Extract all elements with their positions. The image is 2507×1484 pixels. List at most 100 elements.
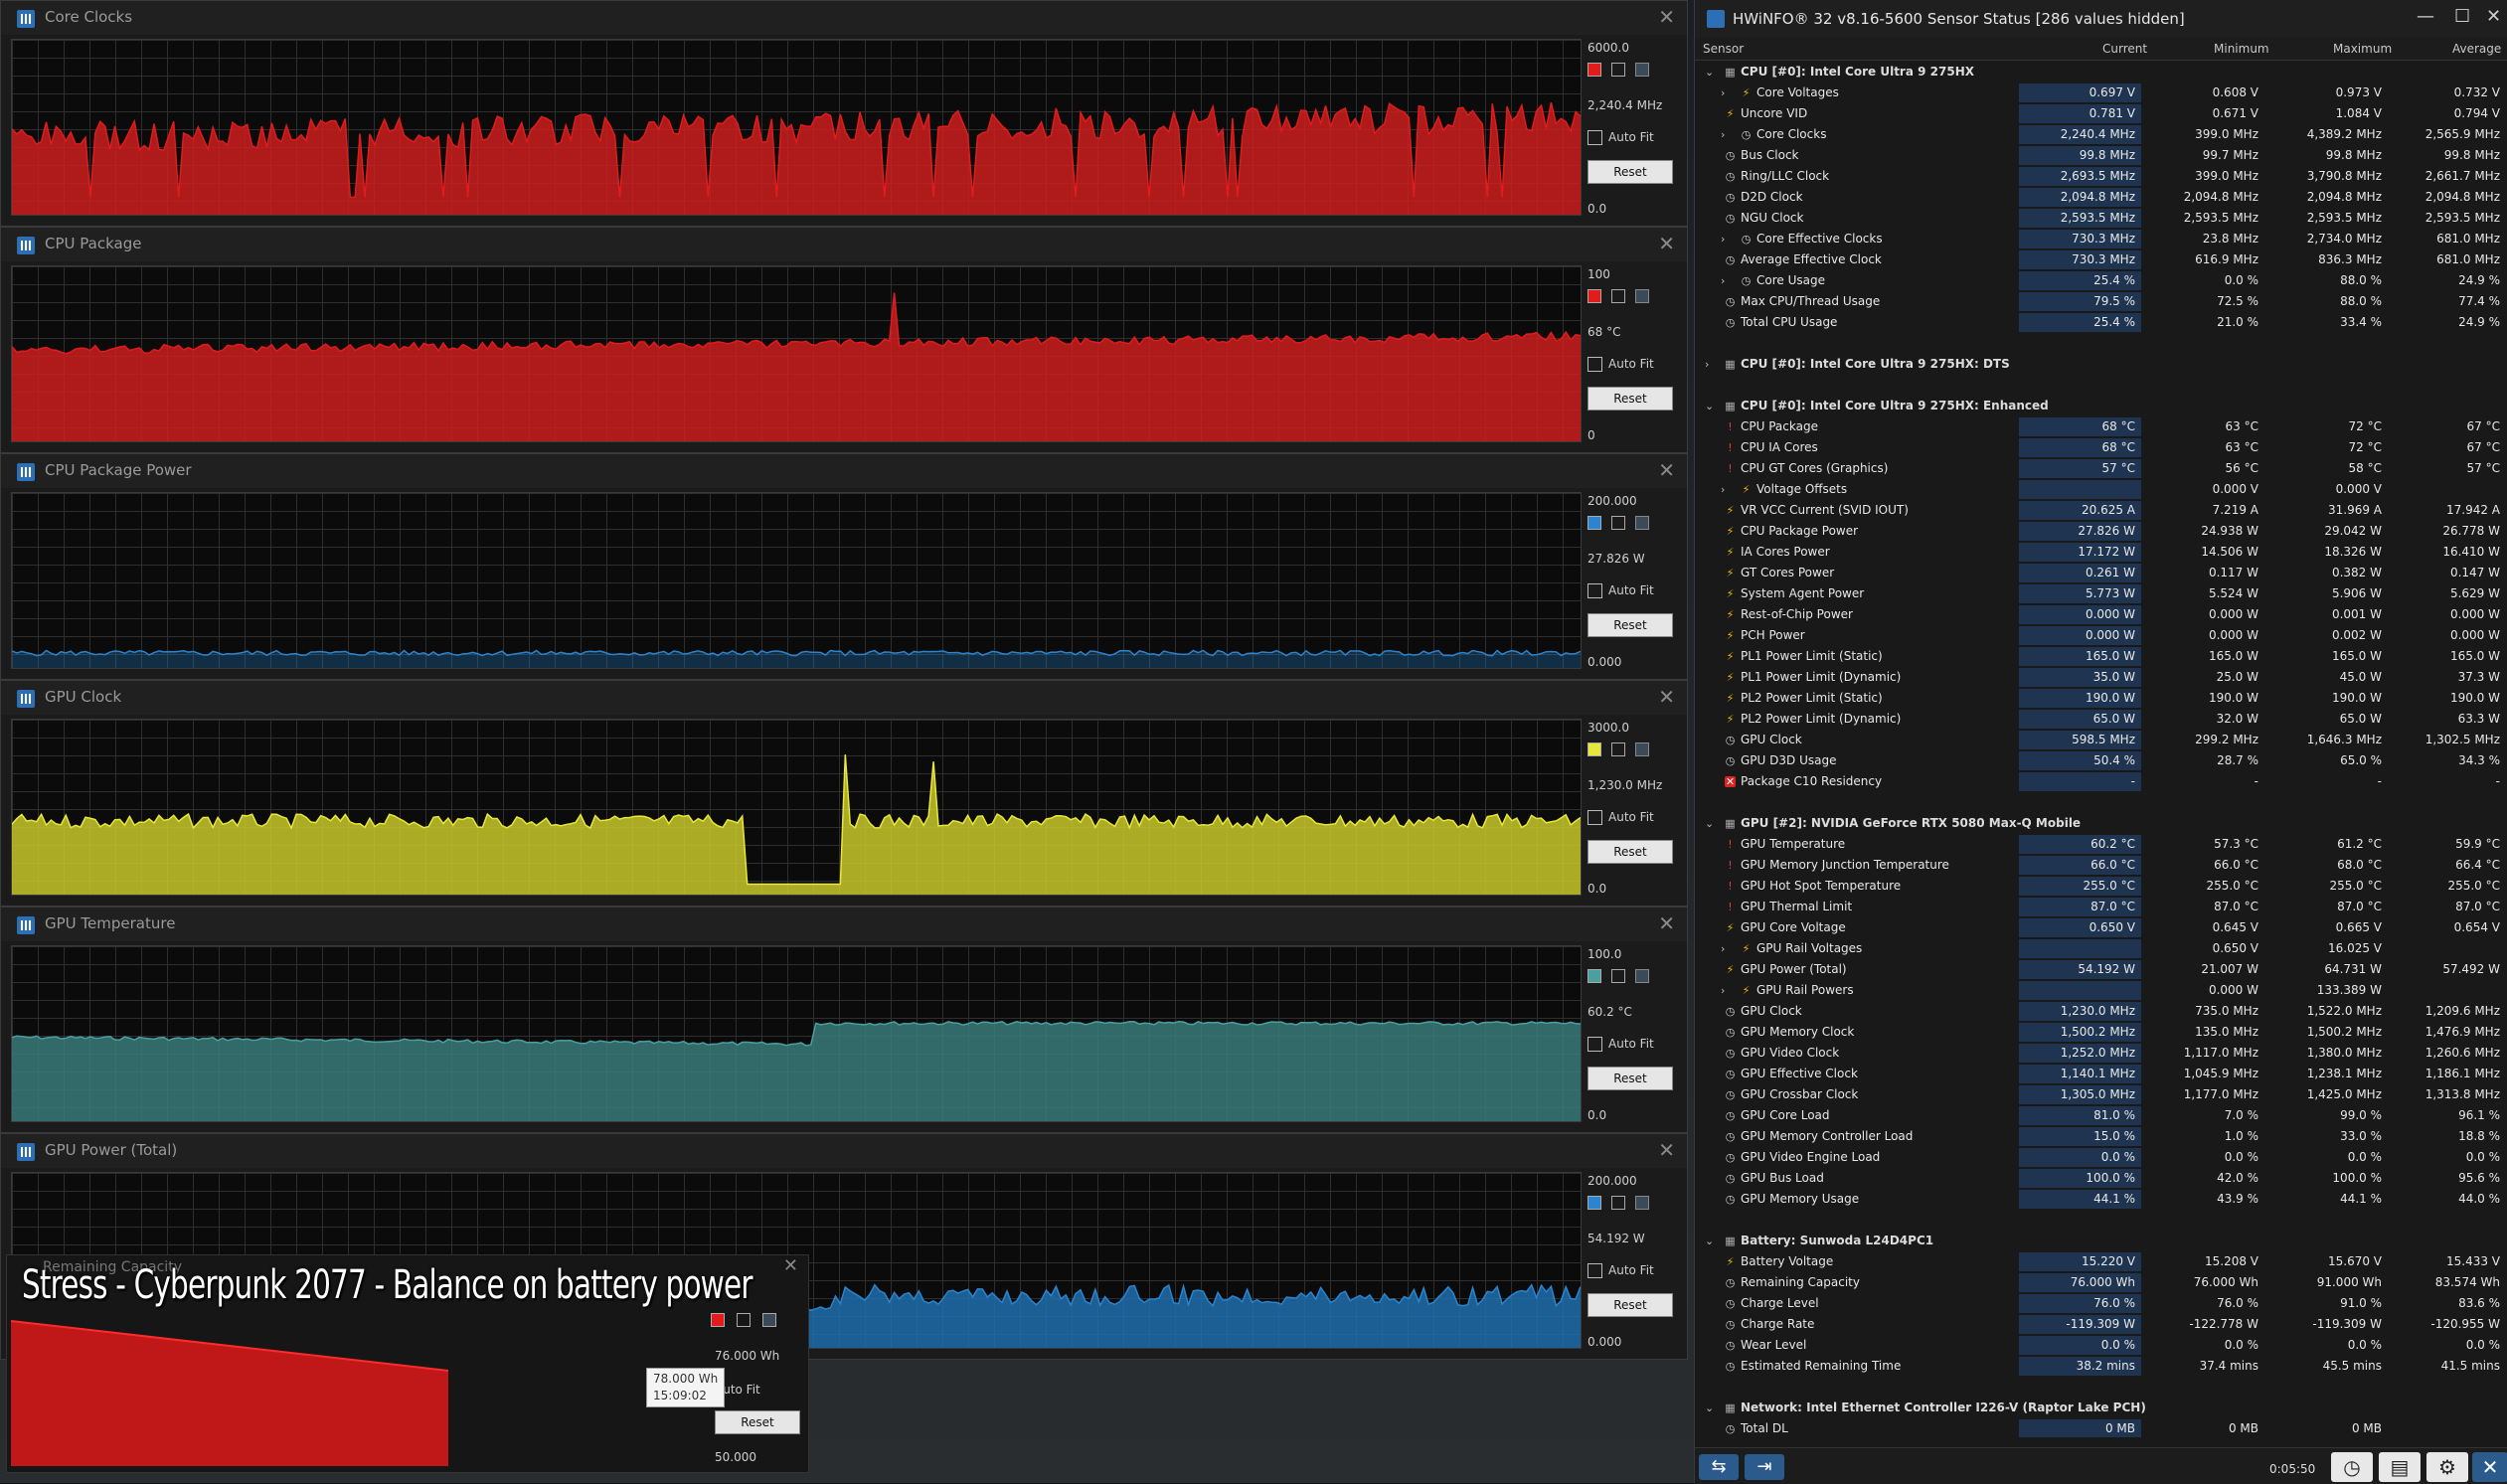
sensor-row[interactable]: ✕ Package C10 Residency - - - - [1695, 771, 2507, 792]
sensor-row[interactable]: › ◷ Core Effective Clocks 730.3 MHz 23.8 MHz… [1695, 229, 2507, 249]
color-swatch-hollow[interactable] [1611, 289, 1625, 303]
sensor-group[interactable]: ⌄ ▦ CPU [#0]: Intel Core Ultra 9 275HX [1695, 62, 2507, 82]
color-swatch[interactable] [711, 1313, 725, 1327]
sensor-group[interactable]: ⌄ ▦ CPU [#0]: Intel Core Ultra 9 275HX: E… [1695, 396, 2507, 416]
close-icon[interactable]: ✕ [1658, 458, 1675, 482]
sensor-row[interactable]: › ⚡ GPU Rail Powers 0.000 W 133.389 W [1695, 980, 2507, 1001]
auto-fit-checkbox[interactable]: Auto Fit [1588, 130, 1654, 145]
checkbox-icon[interactable] [1588, 583, 1602, 598]
sensor-row[interactable]: › ◷ Core Usage 25.4 % 0.0 % 88.0 % 24.9 % [1695, 270, 2507, 291]
sensor-row[interactable]: ⚡ PL1 Power Limit (Dynamic) 35.0 W 25.0 W 45… [1695, 667, 2507, 688]
color-swatch-hollow[interactable] [737, 1313, 751, 1327]
sensor-row[interactable]: ◷ GPU Clock 1,230.0 MHz 735.0 MHz 1,522.0 MH… [1695, 1001, 2507, 1022]
sensor-row[interactable]: ⚡ PL1 Power Limit (Static) 165.0 W 165.0 W 1… [1695, 646, 2507, 667]
auto-fit-checkbox[interactable]: Auto Fit [1588, 1037, 1654, 1052]
sensor-group[interactable]: ⌄ ▦ GPU [#2]: NVIDIA GeForce RTX 5080 Max… [1695, 813, 2507, 834]
sensor-row[interactable]: › ⚡ Voltage Offsets 0.000 V 0.000 V [1695, 479, 2507, 500]
color-swatch-hollow[interactable] [1611, 742, 1625, 756]
sensor-row[interactable]: ◷ Bus Clock 99.8 MHz 99.7 MHz 99.8 MHz 99.8 M… [1695, 145, 2507, 166]
sensor-row[interactable]: ! GPU Thermal Limit 87.0 °C 87.0 °C 87.0 °C 8… [1695, 897, 2507, 917]
reset-button[interactable]: Reset [1588, 1067, 1673, 1090]
sensor-row[interactable]: ◷ GPU Bus Load 100.0 % 42.0 % 100.0 % 95.6 % [1695, 1168, 2507, 1189]
close-icon[interactable]: ✕ [1658, 911, 1675, 935]
graph-window-0[interactable]: Core Clocks ✕ 6000.0 2,240.4 MHz Auto Fi… [0, 0, 1688, 227]
reset-button[interactable]: Reset [1588, 387, 1673, 411]
chevron-right-icon[interactable]: › [1721, 124, 1725, 145]
color-swatch-dark[interactable] [1635, 516, 1649, 530]
sensor-row[interactable]: › ⚡ GPU Rail Voltages 0.650 V 16.025 V [1695, 938, 2507, 959]
col-sensor[interactable]: Sensor [1703, 42, 1744, 56]
sensor-row[interactable]: ⚡ VR VCC Current (SVID IOUT) 20.625 A 7.219… [1695, 500, 2507, 521]
sensor-row[interactable]: ◷ GPU Clock 598.5 MHz 299.2 MHz 1,646.3 MHz 1… [1695, 730, 2507, 750]
checkbox-icon[interactable] [1588, 810, 1602, 825]
sensor-row[interactable]: ◷ GPU Video Clock 1,252.0 MHz 1,117.0 MHz 1,… [1695, 1043, 2507, 1064]
reset-button[interactable]: Reset [1588, 1293, 1673, 1317]
sensor-row[interactable]: ⚡ GPU Core Voltage 0.650 V 0.645 V 0.665 V 0.… [1695, 917, 2507, 938]
sensor-row[interactable]: ◷ Charge Rate -119.309 W -122.778 W -119.309… [1695, 1314, 2507, 1335]
chevron-right-icon[interactable]: › [1721, 980, 1725, 1001]
collapse-icon[interactable]: ⇥ [1745, 1454, 1784, 1480]
close-icon[interactable]: ✕ [1658, 5, 1675, 29]
auto-fit-checkbox[interactable]: Auto Fit [1588, 583, 1654, 598]
chevron-down-icon[interactable]: ⌄ [1705, 1231, 1714, 1251]
graph-window-4[interactable]: GPU Temperature ✕ 100.0 60.2 °C Auto Fit… [0, 907, 1688, 1133]
color-swatch-dark[interactable] [762, 1313, 776, 1327]
color-swatch-dark[interactable] [1635, 63, 1649, 77]
sensor-row[interactable]: ◷ Average Effective Clock 730.3 MHz 616.9 M… [1695, 249, 2507, 270]
reset-button[interactable]: Reset [1588, 160, 1673, 184]
sensor-row[interactable]: ◷ Charge Level 76.0 % 76.0 % 91.0 % 83.6 % [1695, 1293, 2507, 1314]
color-swatch-dark[interactable] [1635, 969, 1649, 983]
auto-fit-checkbox[interactable]: Auto Fit [1588, 810, 1654, 825]
col-maximum[interactable]: Maximum [2333, 42, 2392, 56]
checkbox-icon[interactable] [1588, 1263, 1602, 1278]
chevron-down-icon[interactable]: ⌄ [1705, 396, 1714, 416]
maximize-icon[interactable]: ☐ [2454, 6, 2470, 27]
color-swatch[interactable] [1588, 63, 1601, 77]
sensor-row[interactable]: › ◷ Core Clocks 2,240.4 MHz 399.0 MHz 4,389.2… [1695, 124, 2507, 145]
sensor-row[interactable]: ◷ Total DL 0 MB 0 MB 0 MB [1695, 1418, 2507, 1437]
sensor-row[interactable]: ⚡ PCH Power 0.000 W 0.000 W 0.002 W 0.000 W [1695, 625, 2507, 646]
sensor-group[interactable]: ⌄ ▦ Battery: Sunwoda L24D4PC1 [1695, 1231, 2507, 1251]
color-swatch[interactable] [1588, 742, 1601, 756]
graph-window-3[interactable]: GPU Clock ✕ 3000.0 1,230.0 MHz Auto Fit … [0, 680, 1688, 907]
sensor-row[interactable]: ⚡ CPU Package Power 27.826 W 24.938 W 29.042… [1695, 521, 2507, 542]
color-swatch-dark[interactable] [1635, 742, 1649, 756]
sensor-group[interactable]: ⌄ ▦ Network: Intel Ethernet Controller I2… [1695, 1398, 2507, 1418]
chevron-right-icon[interactable]: › [1721, 938, 1725, 959]
close-icon[interactable]: ✕ [1658, 232, 1675, 255]
color-swatch-dark[interactable] [1635, 1196, 1649, 1210]
sensor-row[interactable]: ⚡ GPU Power (Total) 54.192 W 21.007 W 64.731… [1695, 959, 2507, 980]
sensor-row[interactable]: ◷ Ring/LLC Clock 2,693.5 MHz 399.0 MHz 3,790… [1695, 166, 2507, 187]
sensor-row[interactable]: ! CPU GT Cores (Graphics) 57 °C 56 °C 58 °C 5… [1695, 458, 2507, 479]
checkbox-icon[interactable] [1588, 1037, 1602, 1052]
reset-button[interactable]: Reset [1588, 613, 1673, 637]
sensor-row[interactable]: ◷ GPU Crossbar Clock 1,305.0 MHz 1,177.0 MH… [1695, 1084, 2507, 1105]
sensor-row[interactable]: ⚡ PL2 Power Limit (Static) 190.0 W 190.0 W 1… [1695, 688, 2507, 709]
checkbox-icon[interactable] [1588, 357, 1602, 372]
clock-icon[interactable]: ◷ [2331, 1452, 2373, 1482]
sensor-row[interactable]: › ⚡ Core Voltages 0.697 V 0.608 V 0.973 V 0.73… [1695, 82, 2507, 103]
sensor-row[interactable]: ◷ Remaining Capacity 76.000 Wh 76.000 Wh 91.… [1695, 1272, 2507, 1293]
sensor-row[interactable]: ! CPU Package 68 °C 63 °C 72 °C 67 °C [1695, 416, 2507, 437]
sensor-row[interactable]: ! GPU Temperature 60.2 °C 57.3 °C 61.2 °C 59.… [1695, 834, 2507, 855]
color-swatch-hollow[interactable] [1611, 516, 1625, 530]
graph-window-2[interactable]: CPU Package Power ✕ 200.000 27.826 W Aut… [0, 453, 1688, 680]
sensor-row[interactable]: ◷ GPU Memory Controller Load 15.0 % 1.0 % 33… [1695, 1126, 2507, 1147]
color-swatch-hollow[interactable] [1611, 1196, 1625, 1210]
sensor-row[interactable]: ◷ D2D Clock 2,094.8 MHz 2,094.8 MHz 2,094.8 … [1695, 187, 2507, 208]
col-current[interactable]: Current [2102, 42, 2147, 56]
color-swatch-hollow[interactable] [1611, 63, 1625, 77]
auto-fit-checkbox[interactable]: Auto Fit [1588, 357, 1654, 372]
sensor-row[interactable]: ⚡ Uncore VID 0.781 V 0.671 V 1.084 V 0.794 V [1695, 103, 2507, 124]
chevron-right-icon[interactable]: › [1721, 229, 1725, 249]
chevron-right-icon[interactable]: › [1721, 479, 1725, 500]
sensor-row[interactable]: ⚡ Battery Voltage 15.220 V 15.208 V 15.670 V… [1695, 1251, 2507, 1272]
sensor-row[interactable]: ⚡ PL2 Power Limit (Dynamic) 65.0 W 32.0 W 65… [1695, 709, 2507, 730]
color-swatch[interactable] [1588, 969, 1601, 983]
settings-gear-icon[interactable]: ⚙ [2426, 1452, 2468, 1482]
sensor-row[interactable]: ◷ GPU D3D Usage 50.4 % 28.7 % 65.0 % 34.3 % [1695, 750, 2507, 771]
chevron-right-icon[interactable]: › [1705, 354, 1709, 375]
minimize-icon[interactable]: — [2417, 6, 2434, 27]
col-average[interactable]: Average [2452, 42, 2501, 56]
sensor-row[interactable]: ! GPU Hot Spot Temperature 255.0 °C 255.0 °… [1695, 876, 2507, 897]
